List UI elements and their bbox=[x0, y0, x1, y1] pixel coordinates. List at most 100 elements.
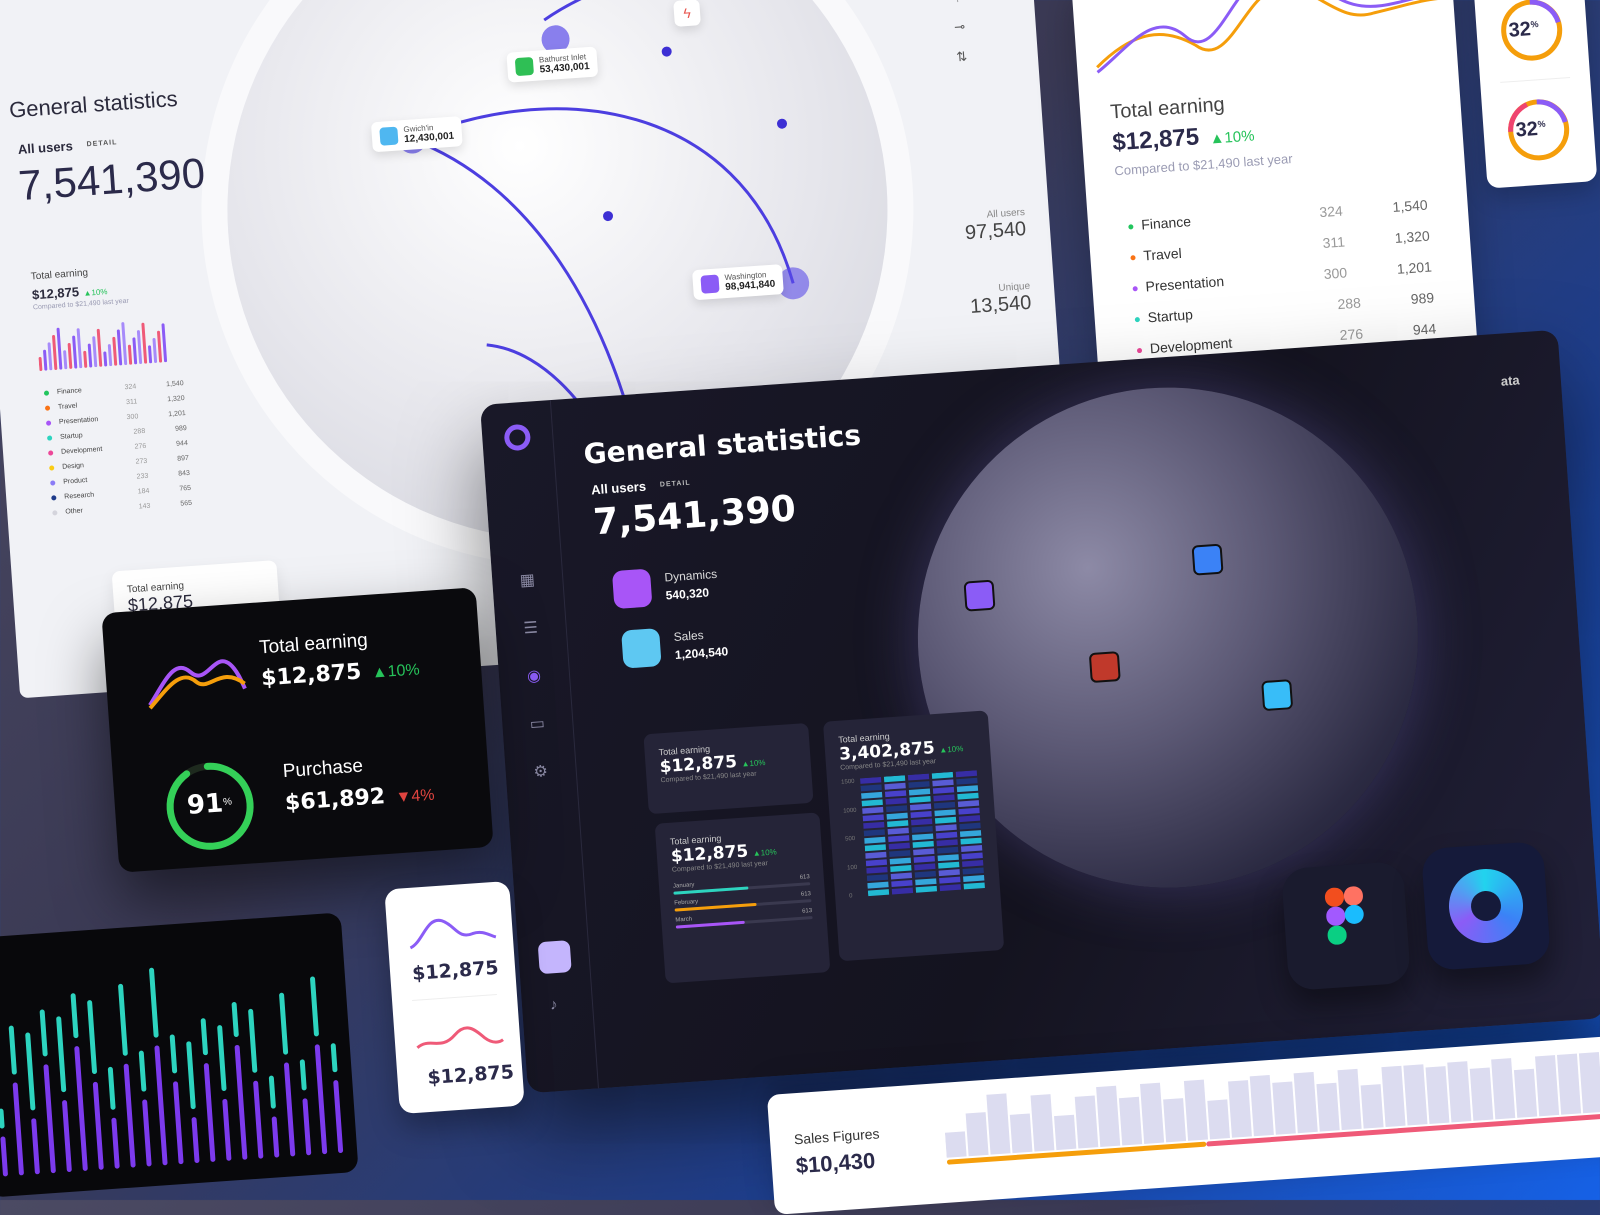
sales-bar bbox=[1095, 1076, 1121, 1148]
mini-bar bbox=[92, 336, 98, 368]
heatmap-cell bbox=[911, 825, 934, 833]
heatmap-cell bbox=[892, 887, 914, 895]
sales-bar bbox=[1139, 1077, 1165, 1144]
heatmap-cell bbox=[866, 859, 888, 867]
map-pin-red[interactable] bbox=[1088, 651, 1121, 684]
category-dot bbox=[43, 390, 50, 396]
sales-bar bbox=[1534, 1050, 1560, 1117]
neon-bar-purple bbox=[333, 1080, 344, 1153]
brand-app-icon[interactable] bbox=[1420, 840, 1552, 972]
sales-bar bbox=[1381, 1064, 1406, 1128]
sparkline-value-1: $12,875 bbox=[411, 956, 500, 985]
sales-bar-chart bbox=[944, 1050, 1600, 1165]
neon-bar-teal bbox=[138, 1050, 147, 1092]
heatmap-cell bbox=[956, 777, 978, 785]
peek-text: ata bbox=[1500, 372, 1521, 389]
neon-bar-purple bbox=[43, 1064, 56, 1174]
dark-all-users-label: All users bbox=[590, 478, 647, 498]
neon-bar-teal bbox=[39, 1009, 48, 1057]
route-icon[interactable]: ⑂ bbox=[953, 0, 962, 5]
heatmap-cell bbox=[913, 848, 935, 856]
detail-link[interactable]: DETAIL bbox=[86, 139, 117, 148]
heatmap-cell bbox=[888, 835, 910, 843]
building-icon bbox=[379, 126, 399, 146]
neon-bar-purple bbox=[62, 1100, 72, 1172]
sliders-icon[interactable]: ☰ bbox=[523, 618, 539, 639]
heatmap-cell bbox=[889, 850, 911, 858]
sparkline-value-2: $12,875 bbox=[426, 1061, 515, 1090]
category-count: 288 bbox=[1336, 294, 1362, 313]
neon-bar-teal bbox=[268, 1075, 276, 1109]
heatmap-cell bbox=[962, 859, 984, 867]
heatmap-cell bbox=[908, 781, 931, 788]
sales-bar bbox=[1009, 1113, 1033, 1154]
mini-bar bbox=[136, 330, 143, 365]
heatmap-cell bbox=[865, 844, 887, 852]
settings-icon[interactable]: ⚙ bbox=[533, 761, 549, 782]
mini-bar bbox=[157, 330, 163, 363]
map-pin-cyan[interactable] bbox=[1261, 679, 1294, 712]
category-total: 1,320 bbox=[1394, 227, 1431, 246]
heatmap-cell bbox=[909, 788, 931, 796]
heatmap-cell bbox=[912, 840, 935, 848]
avatar[interactable] bbox=[537, 940, 572, 975]
sales-bar bbox=[1118, 1096, 1143, 1146]
heatmap-cell bbox=[958, 800, 980, 808]
neon-bar-purple bbox=[283, 1062, 296, 1157]
heatmap-cell bbox=[939, 876, 961, 884]
category-total: 1,540 bbox=[1392, 196, 1429, 216]
neon-bar-teal bbox=[25, 1032, 36, 1111]
commit-icon[interactable]: ⊸ bbox=[954, 19, 966, 36]
category-count: 311 bbox=[125, 398, 138, 407]
category-dot bbox=[52, 509, 58, 516]
red-sparkline bbox=[416, 1026, 504, 1049]
heatmap-cell bbox=[910, 803, 932, 811]
app-logo[interactable] bbox=[503, 423, 532, 452]
neon-bar-purple bbox=[302, 1098, 312, 1156]
category-dot bbox=[1130, 254, 1136, 261]
earning-wave-icon bbox=[148, 659, 247, 710]
mini-bar bbox=[127, 344, 133, 365]
heatmap-cell bbox=[865, 851, 887, 859]
dark-detail-link[interactable]: DETAIL bbox=[660, 480, 691, 489]
heatmap-cell bbox=[890, 865, 912, 872]
heatmap-cell bbox=[863, 829, 886, 837]
map-marker-bathurst[interactable]: Bathurst Inlet 53,430,001 bbox=[506, 46, 599, 83]
neon-bar-teal bbox=[231, 1002, 239, 1037]
neon-bar-purple bbox=[74, 1046, 88, 1171]
card-icon[interactable]: ▭ bbox=[529, 713, 545, 734]
category-name: Other bbox=[52, 503, 83, 520]
heatmap-cell bbox=[956, 770, 978, 778]
purchase-label: Purchase bbox=[282, 755, 364, 783]
mini-bar bbox=[161, 323, 168, 363]
donut-value-1: 32 bbox=[1507, 18, 1532, 42]
heatmap-cell bbox=[963, 882, 986, 890]
heatmap-cell bbox=[934, 809, 957, 817]
bell-icon[interactable]: ♪ bbox=[549, 996, 558, 1013]
heatmap-cell bbox=[912, 833, 934, 841]
neon-bar-teal bbox=[217, 1025, 227, 1091]
black-earning-value: $12,875 bbox=[260, 659, 363, 692]
lightning-marker-icon[interactable]: ϟ bbox=[673, 0, 701, 27]
map-pin-purple[interactable] bbox=[963, 579, 996, 612]
mini-bar bbox=[47, 342, 53, 371]
heatmap-cell bbox=[887, 827, 910, 835]
heatmap-cell bbox=[886, 812, 909, 820]
heatmap-cell bbox=[891, 879, 913, 887]
map-pin-blue[interactable] bbox=[1191, 543, 1224, 576]
map-marker-gwichin[interactable]: Gwich'in 12,430,001 bbox=[370, 116, 463, 153]
month-progress-list: January 613 February 613 March 613 bbox=[673, 874, 813, 929]
heatmap-cell bbox=[937, 854, 960, 862]
neon-bar-teal bbox=[330, 1043, 338, 1073]
compare-icon[interactable]: ⇅ bbox=[956, 49, 968, 66]
map-marker-washington[interactable]: Washington 98,941,840 bbox=[692, 264, 784, 301]
neon-bar-purple bbox=[111, 1117, 120, 1169]
neon-bar-teal bbox=[169, 1034, 178, 1074]
neon-bar-teal bbox=[8, 1025, 17, 1075]
sales-bar bbox=[1469, 1067, 1494, 1121]
globe-icon[interactable]: ◉ bbox=[526, 665, 542, 686]
neon-bar-teal bbox=[149, 967, 159, 1038]
total-earning-value: $12,875 bbox=[31, 284, 80, 303]
figma-app-icon[interactable] bbox=[1280, 860, 1412, 992]
dashboard-icon[interactable]: ▦ bbox=[519, 570, 535, 591]
